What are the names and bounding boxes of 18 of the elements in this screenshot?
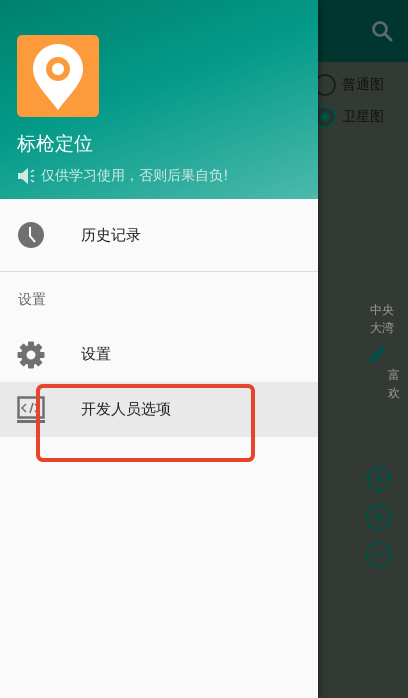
notice-text: 仅供学习使用，否则后果自负! [41, 167, 229, 185]
map-label: 中央 [370, 302, 394, 319]
map-label: 富 [388, 367, 400, 384]
location-pin-icon [17, 35, 99, 117]
drawer-item[interactable]: 开发人员选项 [0, 382, 318, 437]
drawer-item[interactable]: 设置 [0, 327, 318, 382]
zoom-out-icon[interactable] [365, 541, 393, 569]
speaker-icon [17, 167, 35, 185]
search-icon[interactable] [370, 19, 394, 43]
section-header: 设置 [17, 290, 47, 310]
drawer-item[interactable]: 历史记录 [0, 199, 318, 271]
app-name: 标枪定位 [17, 132, 93, 157]
code-monitor-icon [17, 396, 45, 424]
zoom-in-icon[interactable] [365, 503, 393, 531]
map-label: 大湾 [370, 320, 394, 337]
clock-icon [17, 221, 45, 249]
locate-icon[interactable] [365, 465, 393, 493]
map-label: 欢 [388, 385, 400, 402]
